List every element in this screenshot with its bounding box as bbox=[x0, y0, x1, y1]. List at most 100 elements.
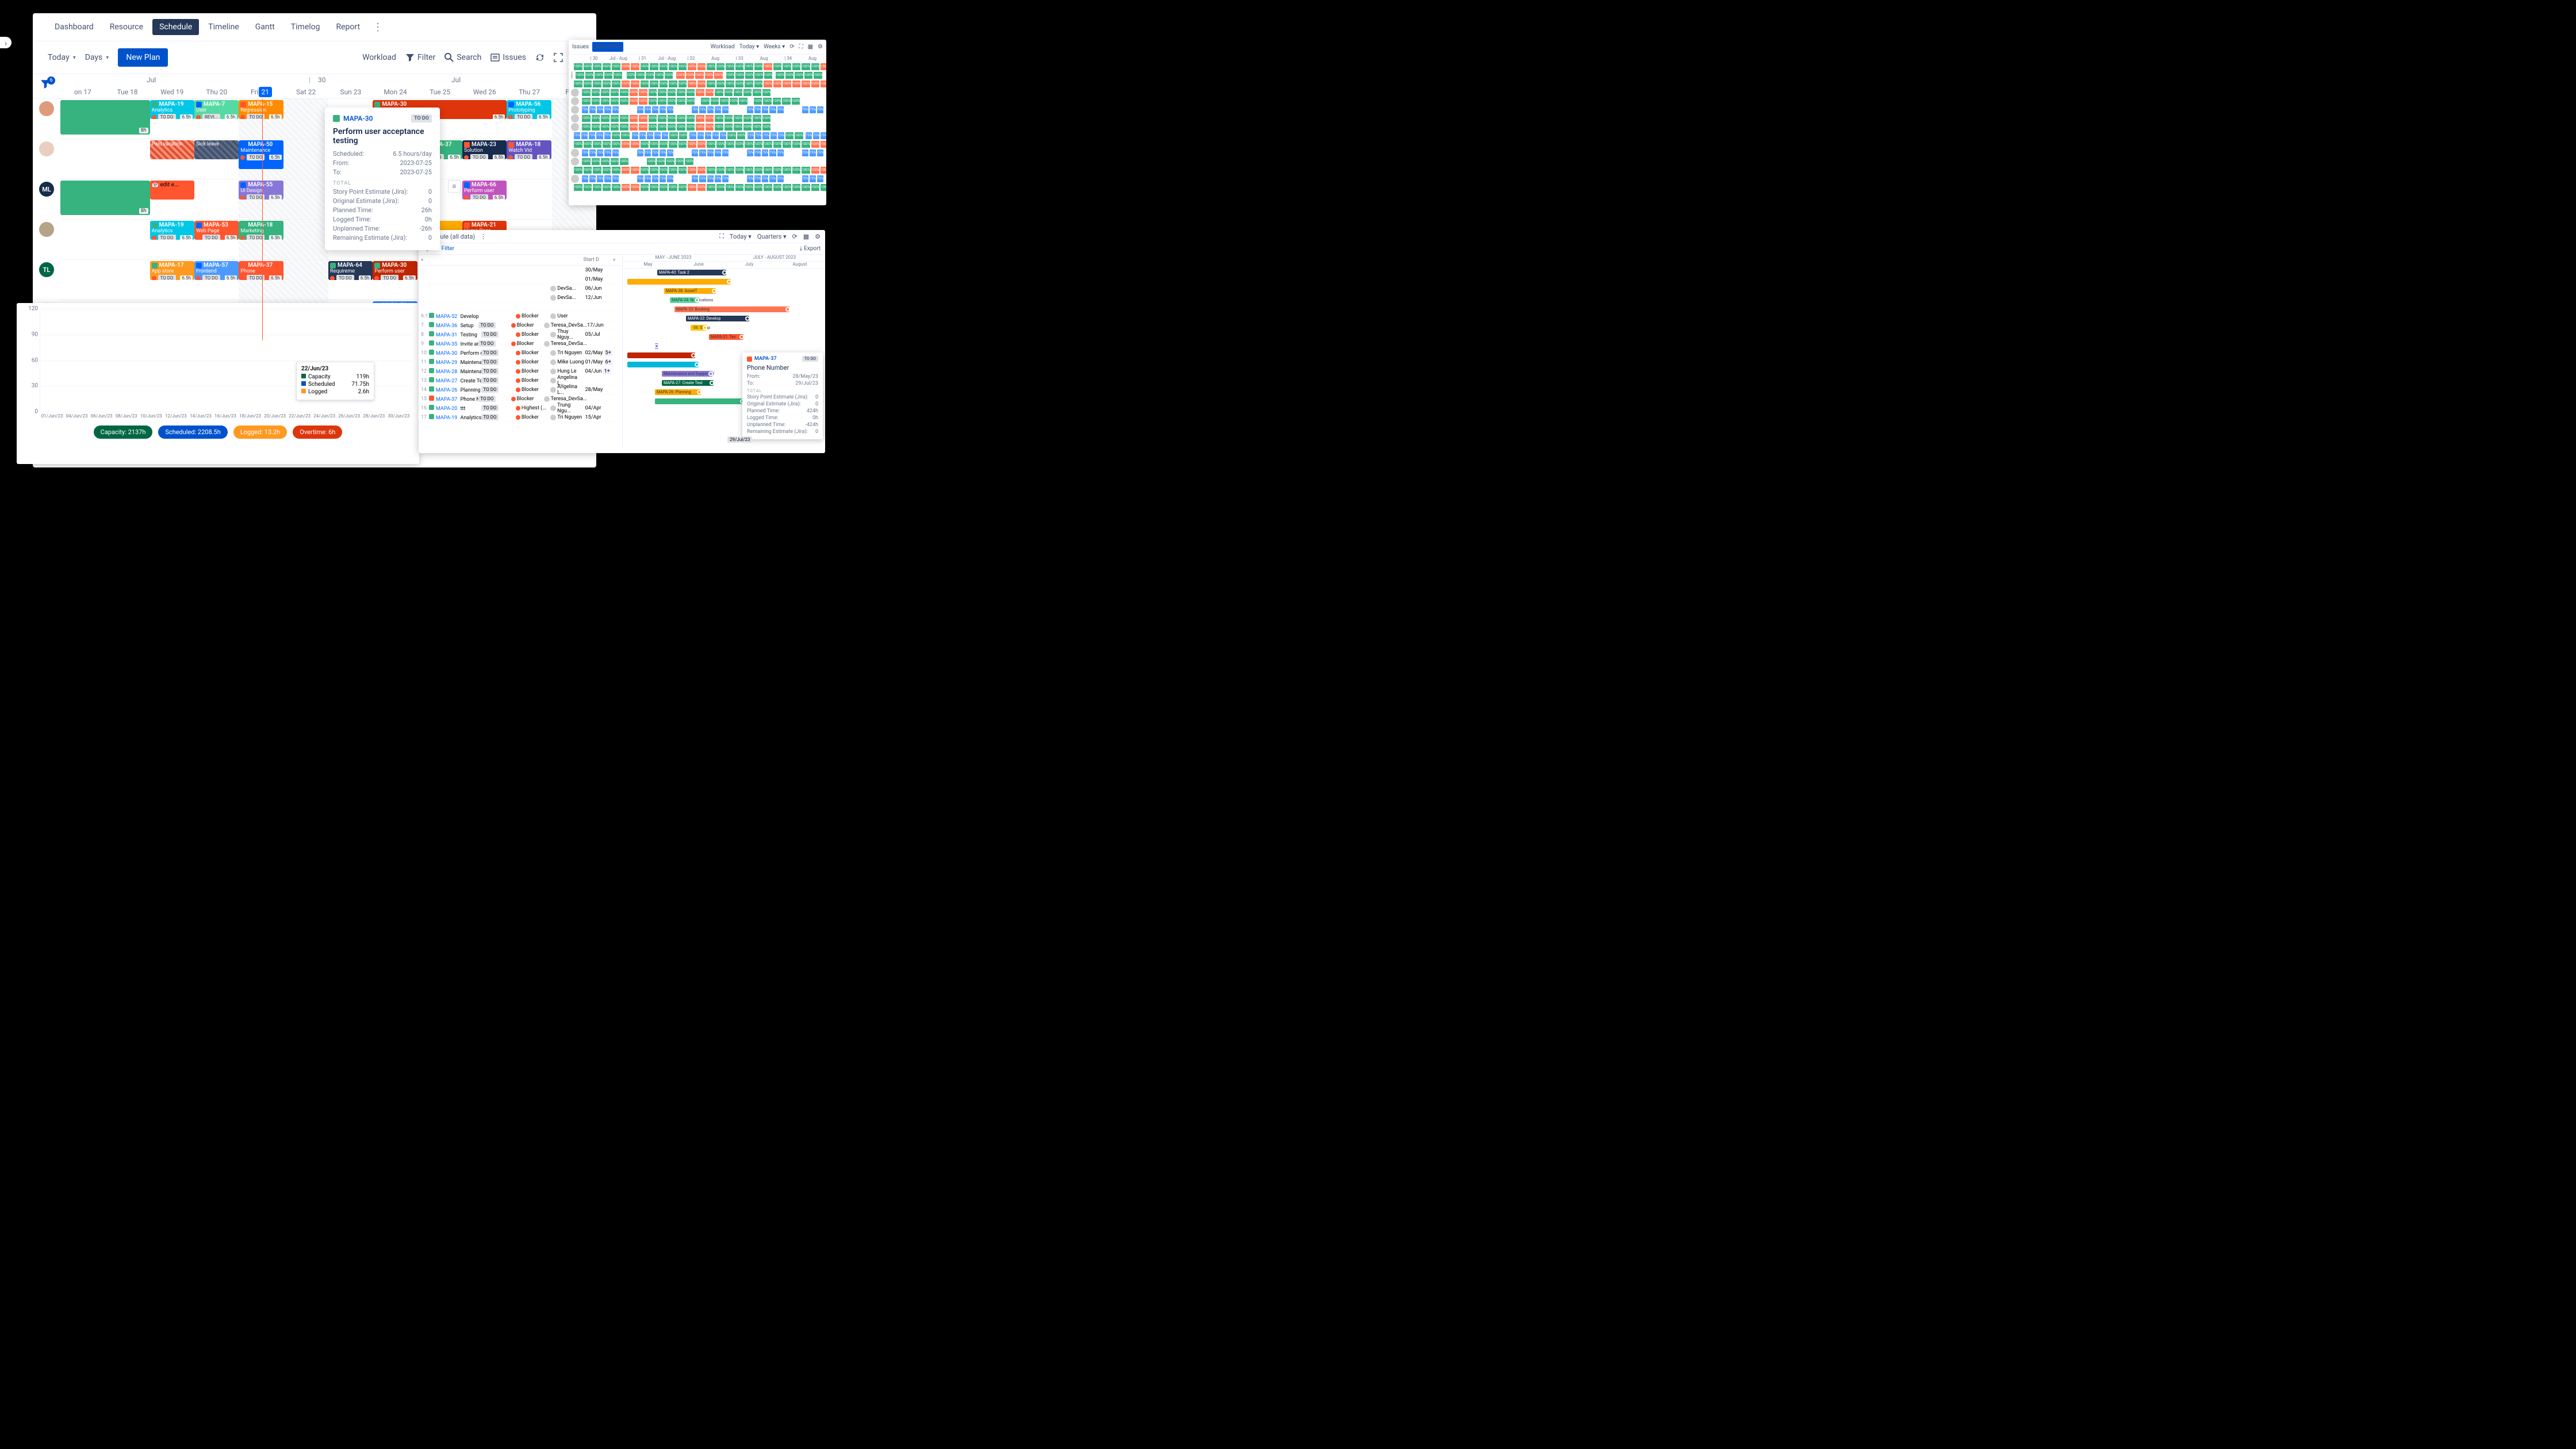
wl-cell[interactable]: 100% bbox=[814, 72, 822, 79]
tab-dashboard[interactable]: Dashboard bbox=[48, 19, 101, 35]
wl-cell[interactable]: 100% bbox=[593, 63, 601, 70]
wl-cell[interactable]: 75% bbox=[722, 175, 729, 182]
wl-cell[interactable] bbox=[626, 150, 630, 156]
more-icon[interactable]: ⋮ bbox=[373, 21, 383, 33]
wl-cell[interactable] bbox=[786, 89, 788, 96]
wl-cell[interactable]: 75% bbox=[654, 132, 661, 139]
wl-cell[interactable]: 100% bbox=[592, 124, 600, 131]
gantt-row[interactable]: 30/May bbox=[419, 266, 622, 275]
task-card[interactable]: MAPA-53Web PageTO DO6.5h bbox=[194, 221, 239, 240]
wl-cell[interactable]: 100% bbox=[707, 63, 715, 70]
wl-cell[interactable] bbox=[800, 124, 802, 131]
wl-cell[interactable]: 100% bbox=[660, 141, 668, 148]
workload-link[interactable]: Workload bbox=[362, 53, 396, 62]
wl-cell[interactable]: 75% bbox=[747, 132, 754, 139]
wl-cell[interactable]: 100% bbox=[639, 98, 647, 105]
wl-cell[interactable]: 100% bbox=[620, 158, 628, 165]
wl-cell[interactable]: 100% bbox=[593, 141, 601, 148]
wl-cell[interactable] bbox=[807, 115, 809, 122]
wl-cell[interactable] bbox=[620, 175, 624, 182]
wl-cell[interactable] bbox=[818, 89, 820, 96]
wl-cell[interactable]: 100% bbox=[707, 184, 715, 191]
wl-cell[interactable] bbox=[779, 124, 781, 131]
tab-report[interactable]: Report bbox=[329, 19, 367, 35]
wl-cell[interactable]: 100% bbox=[603, 141, 611, 148]
wl-cell[interactable]: 100% bbox=[782, 98, 791, 105]
task-card[interactable]: MAPA-18MarketingTO DO6.5h bbox=[239, 221, 283, 240]
wl-cell[interactable]: 100% bbox=[603, 63, 611, 70]
wl-cell[interactable]: 75% bbox=[747, 150, 753, 156]
wl-cell[interactable]: 75% bbox=[604, 106, 611, 113]
wl-cell[interactable]: 100% bbox=[612, 80, 620, 87]
wl-cell[interactable]: 100% bbox=[685, 158, 693, 165]
expand-sidebar-button[interactable]: › bbox=[0, 37, 12, 48]
wl-cell[interactable]: 100% bbox=[739, 98, 747, 105]
gantt-today-dropdown[interactable]: Today ▾ bbox=[730, 233, 752, 240]
wl-avatar[interactable] bbox=[571, 158, 579, 166]
wl-cell[interactable]: 100% bbox=[811, 167, 820, 174]
wl-cell[interactable]: 100% bbox=[811, 80, 820, 87]
task-card[interactable]: Paid vacation bbox=[150, 140, 194, 159]
wl-cell[interactable] bbox=[800, 115, 802, 122]
task-card[interactable]: MAPA-19AnalyticsTO DO6.5h bbox=[150, 100, 194, 119]
wl-cell[interactable]: 100% bbox=[631, 184, 639, 191]
wl-cell[interactable]: 100% bbox=[706, 115, 714, 122]
gantt-row[interactable]: 11 MAPA-29 Maintenance and ... TO DO Blo… bbox=[419, 358, 622, 367]
wl-cell[interactable]: 75% bbox=[667, 150, 673, 156]
avatar[interactable] bbox=[33, 99, 60, 139]
wl-cell[interactable] bbox=[789, 158, 794, 165]
wl-cell[interactable] bbox=[718, 158, 723, 165]
wl-avatar[interactable] bbox=[571, 106, 579, 114]
wl-cell[interactable]: 100% bbox=[697, 141, 706, 148]
wl-cell[interactable]: 100% bbox=[811, 63, 820, 70]
wl-cell[interactable]: 100% bbox=[660, 167, 668, 174]
wl-cell[interactable]: 100% bbox=[802, 184, 810, 191]
wl-cell[interactable]: 100% bbox=[821, 167, 826, 174]
gantt-row[interactable]: 10 MAPA-30 Perform user acc... TO DO Blo… bbox=[419, 348, 622, 358]
wl-cell[interactable] bbox=[783, 158, 788, 165]
wl-cell[interactable]: 75% bbox=[770, 132, 777, 139]
wl-cell[interactable]: 100% bbox=[612, 141, 620, 148]
gantt-bar[interactable] bbox=[627, 362, 699, 367]
gantt-bar[interactable]: MAPA-32: Develop bbox=[686, 316, 749, 321]
wl-cell[interactable]: 100% bbox=[669, 141, 677, 148]
wl-cell[interactable]: 100% bbox=[795, 72, 803, 79]
wl-cell[interactable] bbox=[811, 98, 813, 105]
wl-cell[interactable]: 100% bbox=[701, 98, 710, 105]
wl-cell[interactable]: 75% bbox=[707, 106, 714, 113]
avatar[interactable]: TL bbox=[33, 260, 60, 300]
wl-cell[interactable] bbox=[803, 124, 806, 131]
wl-cell[interactable] bbox=[800, 89, 802, 96]
wl-cell[interactable]: 100% bbox=[706, 89, 714, 96]
wl-cell[interactable]: 100% bbox=[660, 184, 668, 191]
wl-cell[interactable]: 100% bbox=[678, 141, 687, 148]
wl-cell[interactable] bbox=[741, 175, 746, 182]
day-cell[interactable]: Sun 23 bbox=[328, 86, 373, 98]
wl-cell[interactable]: 100% bbox=[620, 89, 628, 96]
task-card[interactable]: MAPA-64RequiremeTO DO6.5h bbox=[328, 261, 373, 280]
wl-cell[interactable]: 75% bbox=[582, 106, 588, 113]
wl-cell[interactable] bbox=[735, 106, 740, 113]
wl-cell[interactable]: 75% bbox=[762, 150, 768, 156]
today-dropdown[interactable]: Today▾ bbox=[48, 53, 76, 62]
wl-cell[interactable]: 100% bbox=[612, 184, 620, 191]
wl-avatar[interactable] bbox=[571, 114, 579, 122]
wl-cell[interactable] bbox=[712, 158, 717, 165]
task-card[interactable]: MAPA-55UI DesignTO DO6.5h bbox=[239, 181, 283, 200]
gantt-settings-icon[interactable]: ⚙ bbox=[815, 233, 821, 240]
task-card[interactable]: MAPA-50MaintenanceTO DO6.5h bbox=[239, 140, 283, 169]
wl-cell[interactable]: 100% bbox=[593, 167, 601, 174]
wl-cell[interactable]: 100% bbox=[754, 167, 763, 174]
wl-cell[interactable]: 75% bbox=[639, 132, 646, 139]
wl-cell[interactable] bbox=[814, 115, 816, 122]
wl-cell[interactable] bbox=[772, 89, 774, 96]
wl-cell[interactable] bbox=[741, 106, 746, 113]
wl-cell[interactable]: 100% bbox=[620, 98, 628, 105]
wl-cell[interactable]: 100% bbox=[792, 184, 801, 191]
gantt-row[interactable]: 15 MAPA-37 Phone Number TO DO Blocker Te… bbox=[419, 394, 622, 404]
wl-cell[interactable]: 100% bbox=[584, 80, 592, 87]
wl-cell[interactable] bbox=[822, 98, 824, 105]
wl-cell[interactable]: 100% bbox=[687, 115, 695, 122]
wl-cell[interactable] bbox=[814, 98, 816, 105]
wl-cell[interactable]: 100% bbox=[660, 63, 668, 70]
